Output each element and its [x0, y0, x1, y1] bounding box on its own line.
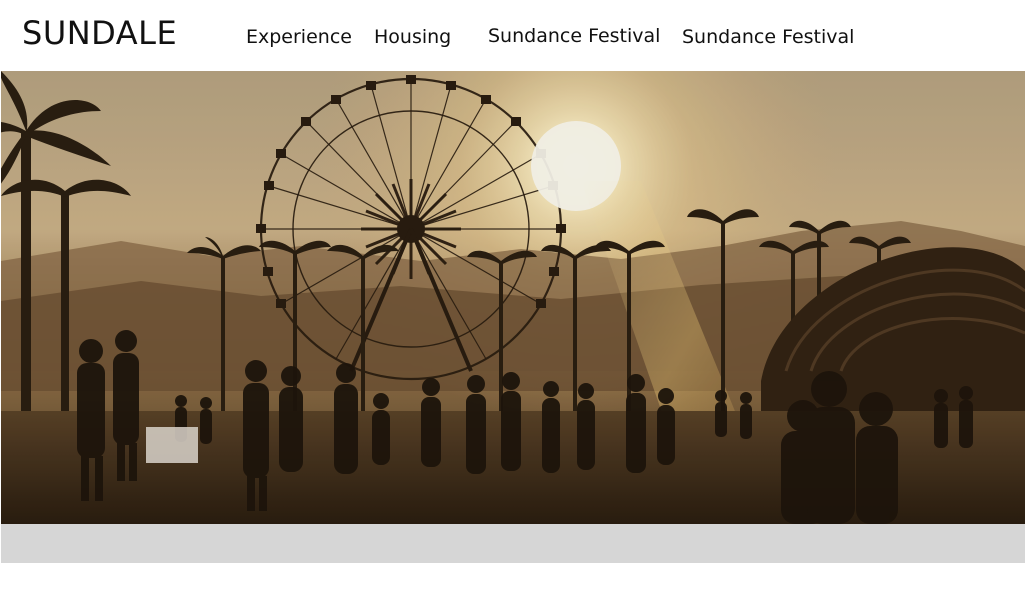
nav-sundance-festival[interactable]: Sundance Festival [488, 25, 660, 47]
site-header: SUNDALE Experience Housing Sundance Fest… [0, 0, 1027, 70]
hero-image [1, 71, 1025, 524]
nav-sundance-festival-2[interactable]: Sundance Festival [682, 26, 854, 48]
brand-logo[interactable]: SUNDALE [22, 14, 177, 52]
festival-sunset-photo [1, 71, 1025, 524]
hero-caption-strip [1, 524, 1025, 563]
nav-experience[interactable]: Experience [246, 26, 352, 48]
nav-housing[interactable]: Housing [374, 26, 451, 48]
